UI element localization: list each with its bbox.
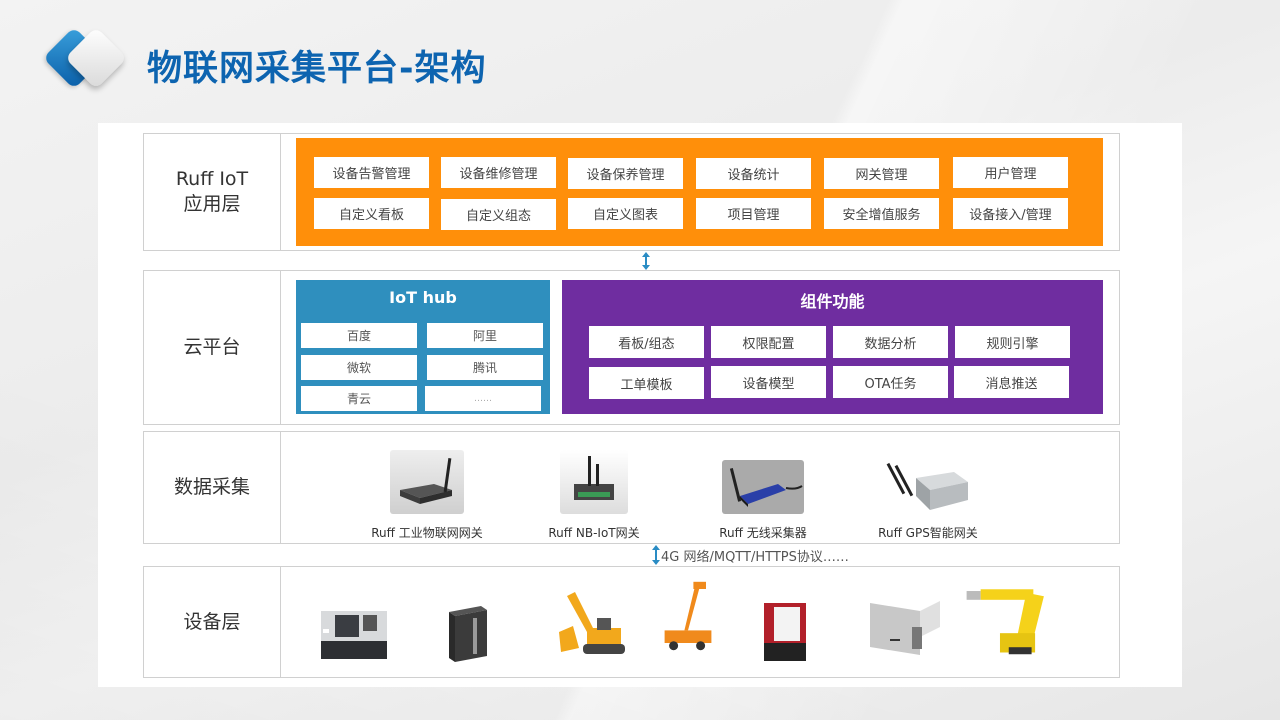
gateway-caption: Ruff NB-IoT网关 — [548, 526, 640, 540]
app-item: 自定义看板 — [314, 198, 429, 229]
app-item: 自定义图表 — [568, 198, 683, 229]
iot-hub-block: IoT hub 百度 阿里 微软 腾讯 青云 …… — [296, 280, 550, 414]
component-item: 工单模板 — [589, 367, 704, 399]
protocol-label: 4G 网络/MQTT/HTTPS协议…… — [661, 550, 849, 565]
label-text: 设备层 — [183, 610, 241, 633]
app-item: 安全增值服务 — [824, 198, 939, 229]
bidirectional-arrow-icon — [652, 545, 660, 565]
industrial-gateway-icon — [390, 450, 464, 514]
application-layer-label: Ruff IoT 应用层 — [144, 134, 281, 250]
hub-provider: 微软 — [301, 355, 417, 380]
component-item: 设备模型 — [711, 366, 826, 398]
hub-provider: 阿里 — [427, 323, 543, 348]
hub-provider: 腾讯 — [427, 355, 543, 380]
logo-icon — [42, 26, 134, 90]
components-title: 组件功能 — [800, 292, 865, 311]
gateway-caption: Ruff 工业物联网网关 — [371, 526, 483, 540]
data-collection-label: 数据采集 — [144, 432, 281, 543]
gateway-caption: Ruff GPS智能网关 — [878, 526, 978, 540]
controller-box-icon — [764, 603, 806, 661]
cloud-layer-label: 云平台 — [144, 271, 281, 424]
app-item: 设备告警管理 — [314, 157, 429, 188]
app-item: 自定义组态 — [441, 199, 556, 230]
iot-hub-title: IoT hub — [389, 288, 457, 307]
component-item: OTA任务 — [833, 366, 948, 398]
bidirectional-arrow-icon — [642, 252, 650, 270]
app-item: 项目管理 — [696, 198, 811, 229]
component-item: 消息推送 — [954, 366, 1069, 398]
gateway-item: Ruff NB-IoT网关 — [514, 450, 674, 541]
label-line1: Ruff IoT — [175, 168, 249, 190]
component-item: 数据分析 — [833, 326, 948, 358]
app-item: 用户管理 — [953, 157, 1068, 188]
plc-module-icon — [449, 606, 487, 662]
label-line2: 应用层 — [183, 193, 241, 215]
label-text: 数据采集 — [173, 476, 250, 498]
components-block: 组件功能 看板/组态 权限配置 数据分析 规则引擎 工单模板 设备模型 OTA任… — [562, 280, 1103, 414]
hub-provider-more: …… — [425, 386, 541, 411]
wireless-collector-icon — [722, 460, 804, 514]
nb-iot-gateway-icon — [560, 450, 628, 514]
component-item: 看板/组态 — [589, 326, 704, 358]
gps-gateway-icon — [886, 460, 970, 514]
industrial-equipment-icon — [870, 601, 940, 655]
component-item: 规则引擎 — [955, 326, 1070, 358]
device-layer-label: 设备层 — [144, 567, 281, 677]
gateway-item: Ruff 工业物联网网关 — [347, 450, 507, 541]
page-title: 物联网采集平台-架构 — [147, 49, 487, 89]
cnc-lathe-icon — [321, 611, 387, 659]
gateway-caption: Ruff 无线采集器 — [719, 526, 807, 540]
app-item: 设备保养管理 — [568, 158, 683, 189]
component-item: 权限配置 — [711, 326, 826, 358]
hub-provider: 百度 — [301, 323, 417, 348]
gateway-item: Ruff GPS智能网关 — [848, 450, 1008, 541]
app-item: 设备统计 — [696, 158, 811, 189]
robot-arm-icon — [966, 589, 1044, 655]
gateway-item: Ruff 无线采集器 — [683, 450, 843, 541]
hub-provider: 青云 — [301, 386, 417, 411]
app-item: 网关管理 — [824, 158, 939, 189]
app-item: 设备接入/管理 — [953, 198, 1068, 229]
label-text: 云平台 — [183, 336, 241, 358]
app-item: 设备维修管理 — [441, 157, 556, 188]
aerial-lift-truck-icon — [664, 581, 712, 651]
application-block: 设备告警管理 设备维修管理 设备保养管理 设备统计 网关管理 用户管理 自定义看… — [296, 138, 1103, 246]
excavator-icon — [559, 592, 625, 654]
